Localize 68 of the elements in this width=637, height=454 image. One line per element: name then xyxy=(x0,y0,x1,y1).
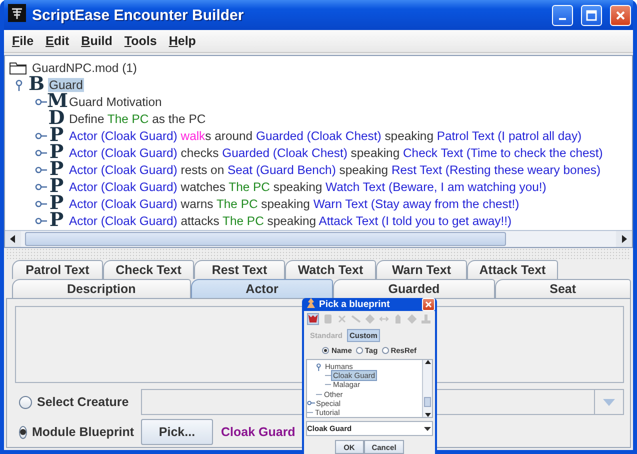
menu-item[interactable]: File xyxy=(6,34,40,48)
node-type-letter: P xyxy=(48,195,65,212)
close-button[interactable] xyxy=(422,298,435,311)
close-icon xyxy=(615,10,626,20)
close-icon xyxy=(425,301,432,308)
node-type-letter: M xyxy=(47,93,66,110)
tree-item-label[interactable]: Actor (Cloak Guard) rests on Seat (Guard Bench) speaking Rest Text (Resting these weary bones) xyxy=(68,162,602,176)
horizontal-scrollbar[interactable] xyxy=(5,230,632,247)
minimize-icon xyxy=(559,18,566,20)
node-type-letter: P xyxy=(48,144,65,161)
tree-item-label[interactable]: Actor (Cloak Guard) warns The PC speaking Warn Text (Stay away from the chest!) xyxy=(68,196,520,210)
folder-icon xyxy=(9,60,27,74)
tree-item-label[interactable]: Guard xyxy=(48,78,84,92)
minimize-button[interactable] xyxy=(552,4,573,26)
tab[interactable]: Actor xyxy=(190,279,334,298)
radio-indicator[interactable] xyxy=(356,347,363,354)
menu-item[interactable]: Build xyxy=(75,34,118,48)
tree-item-label[interactable]: Define The PC as the PC xyxy=(68,112,207,126)
tab[interactable]: Warn Text xyxy=(376,260,467,279)
window-title: ScriptEase Encounter Builder xyxy=(32,6,245,24)
node-type-letter: P xyxy=(48,127,65,144)
tab[interactable]: Attack Text xyxy=(467,260,558,279)
dialog-icon xyxy=(306,298,316,308)
radio-indicator[interactable] xyxy=(322,347,330,354)
tree-item-label[interactable]: Guard Motivation xyxy=(68,94,163,108)
dialog-title: Pick a blueprint xyxy=(319,299,391,310)
node-type-letter: P xyxy=(48,161,65,178)
node-type-letter: B xyxy=(27,76,46,93)
tree-item-label[interactable]: Actor (Cloak Guard) walks around Guarded (Cloak Chest) speaking Patrol Text (I patrol all day) xyxy=(68,128,583,142)
scrollbar-thumb[interactable] xyxy=(25,232,506,246)
node-type-letter: P xyxy=(48,212,65,229)
node-type-letter: D xyxy=(47,110,66,127)
close-button[interactable] xyxy=(610,4,631,26)
tab[interactable]: Patrol Text xyxy=(12,260,103,279)
dropdown-arrow-icon[interactable] xyxy=(423,424,432,433)
dropdown-arrow-icon xyxy=(603,398,615,406)
radio-indicator[interactable] xyxy=(19,426,27,438)
tab[interactable]: Guarded xyxy=(333,279,495,298)
scroll-left-icon[interactable] xyxy=(5,231,21,247)
scroll-down-icon[interactable] xyxy=(424,413,430,417)
vertical-scrollbar[interactable] xyxy=(422,360,432,417)
radio-button[interactable]: Select Creature xyxy=(15,395,133,409)
collapsed-handle-icon[interactable] xyxy=(307,399,315,408)
radio-indicator[interactable] xyxy=(382,347,389,354)
tab[interactable]: Seat xyxy=(494,279,631,298)
radio-indicator[interactable] xyxy=(19,396,32,408)
tree-item-label[interactable]: GuardNPC.mod (1) xyxy=(31,60,138,74)
tab[interactable]: Watch Text xyxy=(285,260,376,279)
tree-item-label[interactable]: Actor (Cloak Guard) checks Guarded (Cloak Chest) speaking Check Text (Time to check the chest) xyxy=(68,146,604,160)
tab[interactable]: Check Text xyxy=(103,260,194,279)
menu-item[interactable]: Edit xyxy=(40,34,76,48)
maximize-icon xyxy=(586,10,597,20)
app-icon xyxy=(8,4,26,22)
blueprint-value: Cloak Guard xyxy=(221,425,296,439)
tree-item-label[interactable]: Actor (Cloak Guard) watches The PC speaking Watch Text (Beware, I am watching you!) xyxy=(68,180,548,194)
tab[interactable]: Rest Text xyxy=(194,260,285,279)
scroll-right-icon[interactable] xyxy=(616,231,632,247)
scrollbar-thumb[interactable] xyxy=(424,397,431,407)
menu-item[interactable]: Tools xyxy=(118,34,163,48)
toolbar-tool-icon[interactable] xyxy=(307,313,319,325)
tab[interactable]: Description xyxy=(12,279,191,298)
scroll-up-icon[interactable] xyxy=(424,360,430,364)
maximize-button[interactable] xyxy=(581,4,602,26)
pick-button[interactable]: Pick... xyxy=(141,419,213,445)
radio-button[interactable]: Module Blueprint xyxy=(15,425,133,439)
node-type-letter: P xyxy=(48,178,65,195)
menu-item[interactable]: Help xyxy=(162,34,202,48)
tree-item-label[interactable]: Actor (Cloak Guard) attacks The PC speaking Attack Text (I told you to get away!!) xyxy=(68,214,513,228)
